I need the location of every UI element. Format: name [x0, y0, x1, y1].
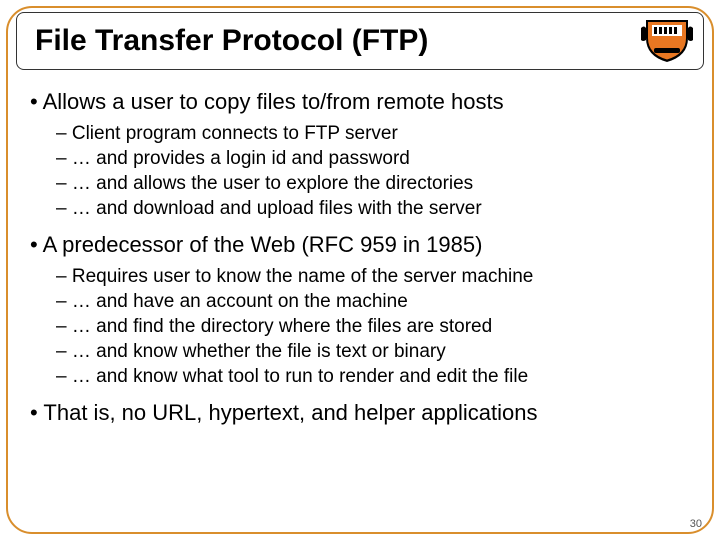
sub-text: Client program connects to FTP server — [72, 123, 398, 144]
sub-text: … and have an account on the machine — [72, 291, 408, 312]
bullet-text: That is, no URL, hypertext, and helper a… — [43, 400, 537, 425]
bullet-sub: … and provides a login id and password — [54, 146, 698, 171]
bullet-sub: … and allows the user to explore the dir… — [54, 171, 698, 196]
bullet-sub: … and download and upload files with the… — [54, 196, 698, 221]
bullet-main: A predecessor of the Web (RFC 959 in 198… — [28, 231, 698, 260]
sub-text: … and know whether the file is text or b… — [72, 341, 446, 362]
bullet-sub: … and know what tool to run to render an… — [54, 364, 698, 389]
sub-text: … and provides a login id and password — [72, 148, 410, 169]
bullet-sub: Requires user to know the name of the se… — [54, 264, 698, 289]
bullet-sub: … and have an account on the machine — [54, 289, 698, 314]
sub-text: … and know what tool to run to render an… — [72, 366, 528, 387]
slide-title: File Transfer Protocol (FTP) — [35, 24, 428, 58]
sub-text: Requires user to know the name of the se… — [72, 266, 534, 287]
bullet-text: Allows a user to copy files to/from remo… — [43, 89, 504, 114]
sub-text: … and download and upload files with the… — [72, 198, 482, 219]
bullet-main: That is, no URL, hypertext, and helper a… — [28, 399, 698, 428]
sub-text: … and find the directory where the files… — [72, 316, 492, 337]
bullet-sub: … and find the directory where the files… — [54, 314, 698, 339]
sub-list: Requires user to know the name of the se… — [54, 264, 698, 389]
bullet-main: Allows a user to copy files to/from remo… — [28, 88, 698, 117]
bullet-sub: Client program connects to FTP server — [54, 121, 698, 146]
title-box: File Transfer Protocol (FTP) — [16, 12, 704, 70]
sub-text: … and allows the user to explore the dir… — [72, 173, 473, 194]
princeton-shield-logo — [640, 16, 694, 64]
bullet-text: A predecessor of the Web (RFC 959 in 198… — [43, 232, 483, 257]
sub-list: Client program connects to FTP server … … — [54, 121, 698, 221]
page-number: 30 — [690, 518, 702, 530]
slide-content: Allows a user to copy files to/from remo… — [28, 82, 698, 528]
bullet-sub: … and know whether the file is text or b… — [54, 339, 698, 364]
